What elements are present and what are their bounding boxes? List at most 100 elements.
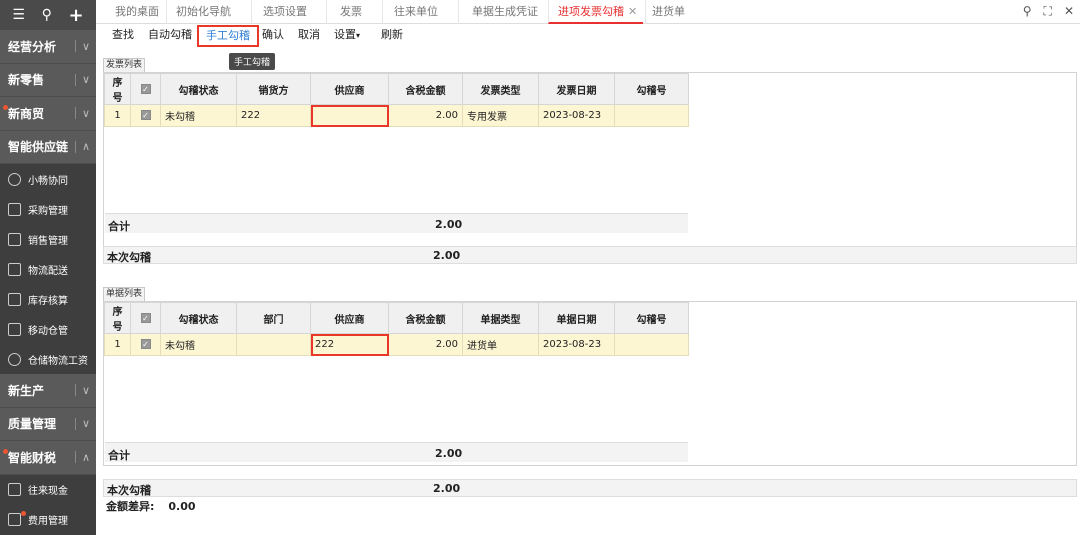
tab-voucher[interactable]: 单据生成凭证 bbox=[458, 0, 546, 24]
chevron-up-icon: ∧ bbox=[81, 140, 90, 154]
chevron-down-icon: ∨ bbox=[81, 73, 90, 87]
chevron-down-icon: ∨ bbox=[81, 383, 90, 397]
col-status: 勾稽状态 bbox=[160, 73, 237, 105]
settings-button[interactable]: 设置▾ bbox=[334, 24, 360, 46]
sidebar-section-retail[interactable]: 新零售 ∨ bbox=[0, 64, 96, 97]
notification-dot bbox=[3, 105, 8, 110]
truck-icon bbox=[8, 262, 21, 276]
cell-type: 专用发票 bbox=[462, 104, 539, 127]
sidebar-item-mobile-warehouse[interactable]: 移动仓管 bbox=[0, 314, 96, 344]
table-row[interactable]: 1 ✓ 未勾稽 222 2.00 进货单 2023-08-23 bbox=[104, 333, 689, 356]
search-icon[interactable]: ⚲ bbox=[42, 7, 52, 23]
sidebar-section-finance[interactable]: 智能财税 ∧ bbox=[0, 441, 96, 475]
sidebar-item-collab[interactable]: 小畅协同 bbox=[0, 164, 96, 194]
cell-select[interactable]: ✓ bbox=[130, 333, 161, 356]
tab-purchase-bill[interactable]: 进货单 bbox=[645, 0, 705, 24]
this-match-label: 本次勾稽 bbox=[107, 484, 151, 497]
tab-invoice[interactable]: 发票 bbox=[326, 0, 382, 24]
cell-supplier[interactable]: 222 bbox=[310, 333, 389, 356]
tab-desktop[interactable]: 我的桌面 bbox=[96, 0, 166, 24]
close-icon[interactable]: ✕ bbox=[628, 5, 637, 18]
col-select-all[interactable]: ✓ bbox=[130, 302, 161, 334]
invoice-list-caption: 发票列表 bbox=[103, 58, 146, 72]
checkbox-icon[interactable]: ✓ bbox=[140, 83, 151, 94]
col-type: 单据类型 bbox=[462, 302, 539, 334]
cell-supplier[interactable] bbox=[310, 104, 389, 127]
tab-bar: 我的桌面 初始化导航 选项设置 发票 往来单位 单据生成凭证 进项发票勾稽 ✕ 进… bbox=[96, 0, 1080, 24]
refresh-button[interactable]: 刷新 bbox=[381, 24, 403, 46]
chevron-up-icon: ∧ bbox=[81, 450, 90, 464]
cell-status: 未勾稽 bbox=[160, 104, 237, 127]
amount-difference: 金额差异: 0.00 bbox=[106, 498, 196, 514]
sidebar-item-expense[interactable]: 费用管理 bbox=[0, 504, 96, 535]
total-label: 合计 bbox=[108, 449, 130, 462]
cell-status: 未勾稽 bbox=[160, 333, 237, 356]
checkbox-icon[interactable]: ✓ bbox=[140, 110, 151, 120]
add-icon[interactable]: + bbox=[69, 5, 84, 26]
chevron-down-icon: ∨ bbox=[81, 39, 90, 53]
cell-dept bbox=[236, 333, 311, 356]
table-row[interactable]: 1 ✓ 未勾稽 222 2.00 专用发票 2023-08-23 bbox=[104, 104, 689, 127]
tab-options[interactable]: 选项设置 bbox=[251, 0, 326, 24]
sidebar-item-sales[interactable]: 销售管理 bbox=[0, 224, 96, 254]
bill-list-caption: 单据列表 bbox=[103, 287, 146, 301]
checkbox-icon[interactable]: ✓ bbox=[140, 339, 151, 349]
find-button[interactable]: 查找 bbox=[112, 24, 134, 46]
sidebar-item-purchase[interactable]: 采购管理 bbox=[0, 194, 96, 224]
diff-label: 金额差异: bbox=[106, 500, 155, 513]
cell-date: 2023-08-23 bbox=[538, 104, 615, 127]
tab-init-nav[interactable]: 初始化导航 bbox=[166, 0, 251, 24]
tab-invoice-matching[interactable]: 进项发票勾稽 ✕ bbox=[548, 0, 643, 24]
toolbar: 查找 自动勾稽 手工勾稽 确认 取消 设置▾ 刷新 bbox=[96, 24, 1080, 47]
menu-icon[interactable]: ☰ bbox=[12, 7, 25, 23]
col-amount: 含税金额 bbox=[388, 302, 463, 334]
invoice-this-match-row: 本次勾稽 2.00 bbox=[103, 246, 1077, 264]
total-value: 2.00 bbox=[435, 218, 463, 231]
cell-amount: 2.00 bbox=[388, 104, 463, 127]
cart-icon bbox=[8, 202, 21, 216]
bill-list-panel: 序号 ✓ 勾稽状态 部门 供应商 含税金额 单据类型 单据日期 勾稽号 1 ✓ … bbox=[103, 301, 1077, 466]
tooltip: 手工勾稽 bbox=[229, 53, 276, 70]
col-date: 单据日期 bbox=[538, 302, 615, 334]
cell-select[interactable]: ✓ bbox=[130, 104, 161, 127]
chevron-down-icon: ▾ bbox=[356, 31, 361, 40]
sidebar-section-production[interactable]: 新生产 ∨ bbox=[0, 374, 96, 408]
col-status: 勾稽状态 bbox=[160, 302, 237, 334]
col-seller: 销货方 bbox=[236, 73, 311, 105]
col-supplier: 供应商 bbox=[310, 302, 389, 334]
sidebar-section-supply-chain[interactable]: 智能供应链 ∧ bbox=[0, 131, 96, 164]
sidebar-item-logistics[interactable]: 物流配送 bbox=[0, 254, 96, 284]
sidebar-item-inventory[interactable]: 库存核算 bbox=[0, 284, 96, 314]
checkbox-icon[interactable]: ✓ bbox=[140, 312, 151, 323]
window-controls: ⚲ ⛶ ✕ bbox=[1023, 4, 1074, 19]
col-seq: 序号 bbox=[104, 302, 131, 334]
sidebar-item-wage[interactable]: 仓储物流工资 bbox=[0, 344, 96, 374]
sidebar-item-cash[interactable]: 往来现金 bbox=[0, 474, 96, 505]
close-icon[interactable]: ✕ bbox=[1064, 4, 1074, 19]
auto-match-button[interactable]: 自动勾稽 bbox=[148, 24, 192, 46]
col-code: 勾稽号 bbox=[614, 73, 689, 105]
manual-match-button[interactable]: 手工勾稽 bbox=[197, 25, 259, 47]
chart-icon bbox=[8, 232, 21, 246]
sidebar-section-quality[interactable]: 质量管理 ∨ bbox=[0, 408, 96, 441]
diff-value: 0.00 bbox=[168, 500, 196, 513]
bill-total-row: 合计 2.00 bbox=[105, 442, 688, 462]
col-select-all[interactable]: ✓ bbox=[130, 73, 161, 105]
search-icon[interactable]: ⚲ bbox=[1023, 4, 1032, 19]
table-header-row: 序号 ✓ 勾稽状态 销货方 供应商 含税金额 发票类型 发票日期 勾稽号 bbox=[104, 73, 689, 105]
col-amount: 含税金额 bbox=[388, 73, 463, 105]
this-match-value: 2.00 bbox=[433, 482, 461, 495]
chevron-down-icon: ∨ bbox=[81, 417, 90, 431]
col-type: 发票类型 bbox=[462, 73, 539, 105]
exchange-icon bbox=[8, 483, 21, 496]
this-match-value: 2.00 bbox=[433, 249, 461, 262]
confirm-button[interactable]: 确认 bbox=[262, 24, 284, 46]
tab-partners[interactable]: 往来单位 bbox=[382, 0, 458, 24]
mobile-icon bbox=[8, 322, 21, 336]
cancel-button[interactable]: 取消 bbox=[298, 24, 320, 46]
cell-code bbox=[614, 104, 689, 127]
expand-icon[interactable]: ⛶ bbox=[1044, 4, 1052, 19]
col-supplier: 供应商 bbox=[310, 73, 389, 105]
sidebar-section-analysis[interactable]: 经营分析 ∨ bbox=[0, 30, 96, 64]
sidebar-section-trade[interactable]: 新商贸 ∨ bbox=[0, 97, 96, 131]
